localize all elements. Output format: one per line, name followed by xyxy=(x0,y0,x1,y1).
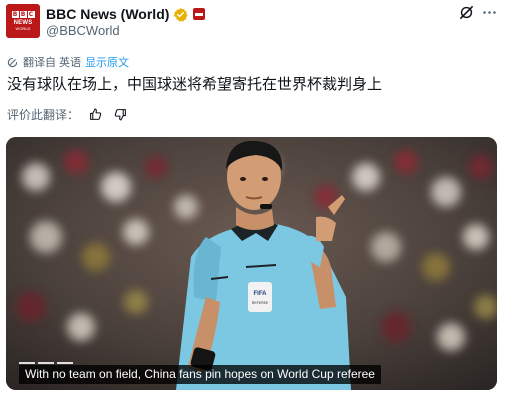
bbc-logo-letter: C xyxy=(27,11,35,18)
avatar-world-text: WORLD xyxy=(15,26,31,31)
bbc-logo-letter: B xyxy=(11,11,19,18)
affiliation-badge-icon[interactable] xyxy=(193,8,206,20)
display-name[interactable]: BBC News (World) xyxy=(46,6,169,22)
fifa-badge-text: FIFA xyxy=(254,291,268,297)
translate-icon xyxy=(7,57,18,67)
referee-photo: FIFA REFEREE xyxy=(6,137,497,390)
thumbs-up-icon[interactable] xyxy=(89,108,102,121)
account-avatar[interactable]: B B C NEWS WORLD xyxy=(6,4,40,38)
thumbs-down-icon[interactable] xyxy=(114,108,127,121)
caption-decoration xyxy=(19,362,73,364)
image-caption: With no team on field, China fans pin ho… xyxy=(19,365,381,384)
rate-translation-label: 评价此翻译： xyxy=(7,107,80,122)
tweet-media-image[interactable]: FIFA REFEREE With no team on field, Chin… xyxy=(6,137,497,390)
grok-icon[interactable] xyxy=(458,4,475,21)
translated-from-label: 翻译自 英语 xyxy=(23,57,82,69)
referee-badge-text: REFEREE xyxy=(252,301,269,305)
account-handle[interactable]: @BBCWorld xyxy=(46,23,120,38)
more-icon[interactable] xyxy=(481,4,498,21)
account-name-row: BBC News (World) xyxy=(46,5,206,23)
translation-row: 翻译自 英语 显示原文 xyxy=(7,55,129,69)
bbc-logo-letter: B xyxy=(19,11,27,18)
bbc-logo: B B C xyxy=(11,11,35,18)
show-original-link[interactable]: 显示原文 xyxy=(85,54,129,70)
rate-translation-row: 评价此翻译： xyxy=(7,106,127,122)
verified-badge-icon[interactable] xyxy=(173,7,188,22)
tweet-text: 没有球队在场上，中国球迷将希望寄托在世界杯裁判身上 xyxy=(7,76,383,93)
